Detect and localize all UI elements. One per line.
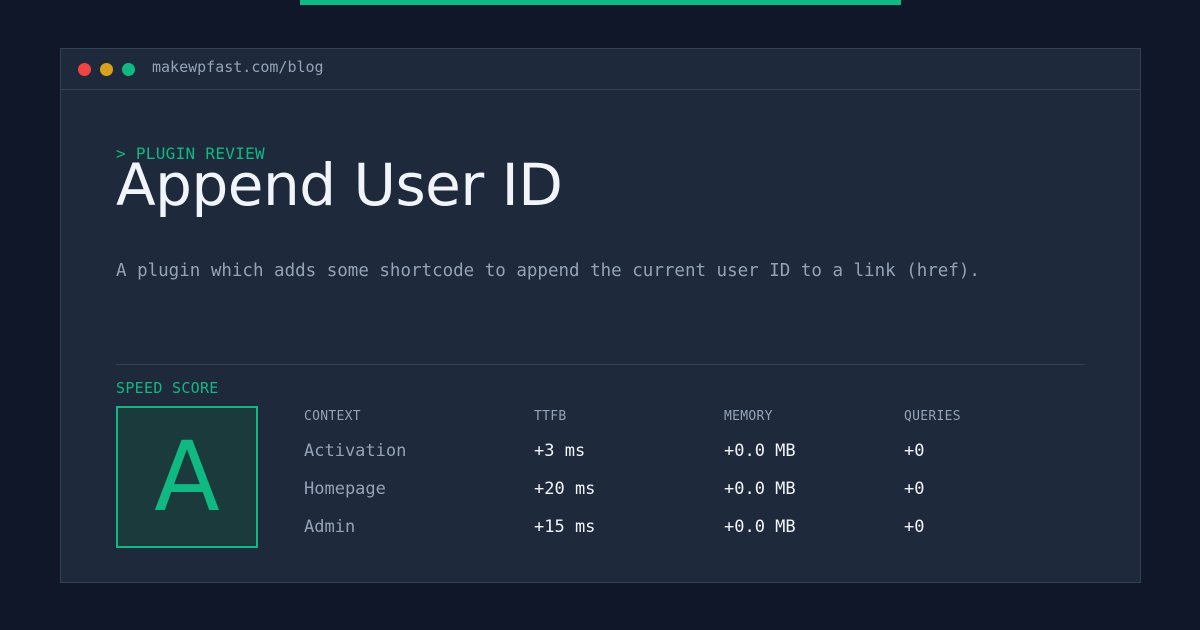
grade-badge: A [116, 406, 258, 548]
section-divider [116, 364, 1085, 365]
ttfb-cell: +20 ms [534, 479, 596, 499]
column-header-context: CONTEXT [304, 409, 361, 424]
queries-cell: +0 [904, 479, 925, 499]
metrics-header-row: CONTEXT TTFB MEMORY QUERIES [304, 409, 1084, 441]
ttfb-cell: +3 ms [534, 441, 586, 461]
context-cell: Homepage [304, 479, 386, 499]
window-titlebar: makewpfast.com/blog [61, 49, 1140, 90]
queries-cell: +0 [904, 517, 925, 537]
memory-cell: +0.0 MB [724, 441, 796, 461]
column-header-ttfb: TTFB [534, 409, 567, 424]
ttfb-cell: +15 ms [534, 517, 596, 537]
maximize-dot-icon[interactable] [122, 63, 135, 76]
memory-cell: +0.0 MB [724, 517, 796, 537]
minimize-dot-icon[interactable] [100, 63, 113, 76]
address-url[interactable]: makewpfast.com/blog [152, 58, 324, 76]
context-cell: Activation [304, 441, 407, 461]
queries-cell: +0 [904, 441, 925, 461]
close-dot-icon[interactable] [78, 63, 91, 76]
context-cell: Admin [304, 517, 356, 537]
browser-window: makewpfast.com/blog > PLUGIN REVIEW Appe… [60, 48, 1141, 583]
grade-letter: A [154, 421, 220, 533]
top-accent-bar [300, 0, 901, 5]
column-header-queries: QUERIES [904, 409, 961, 424]
memory-cell: +0.0 MB [724, 479, 796, 499]
table-row: Admin +15 ms +0.0 MB +0 [304, 517, 1084, 555]
speed-score-label: SPEED SCORE [116, 379, 219, 397]
table-row: Homepage +20 ms +0.0 MB +0 [304, 479, 1084, 517]
page-title: Append User ID [116, 151, 563, 219]
plugin-description: A plugin which adds some shortcode to ap… [116, 261, 980, 281]
column-header-memory: MEMORY [724, 409, 773, 424]
table-row: Activation +3 ms +0.0 MB +0 [304, 441, 1084, 479]
metrics-table: CONTEXT TTFB MEMORY QUERIES Activation +… [304, 409, 1084, 555]
